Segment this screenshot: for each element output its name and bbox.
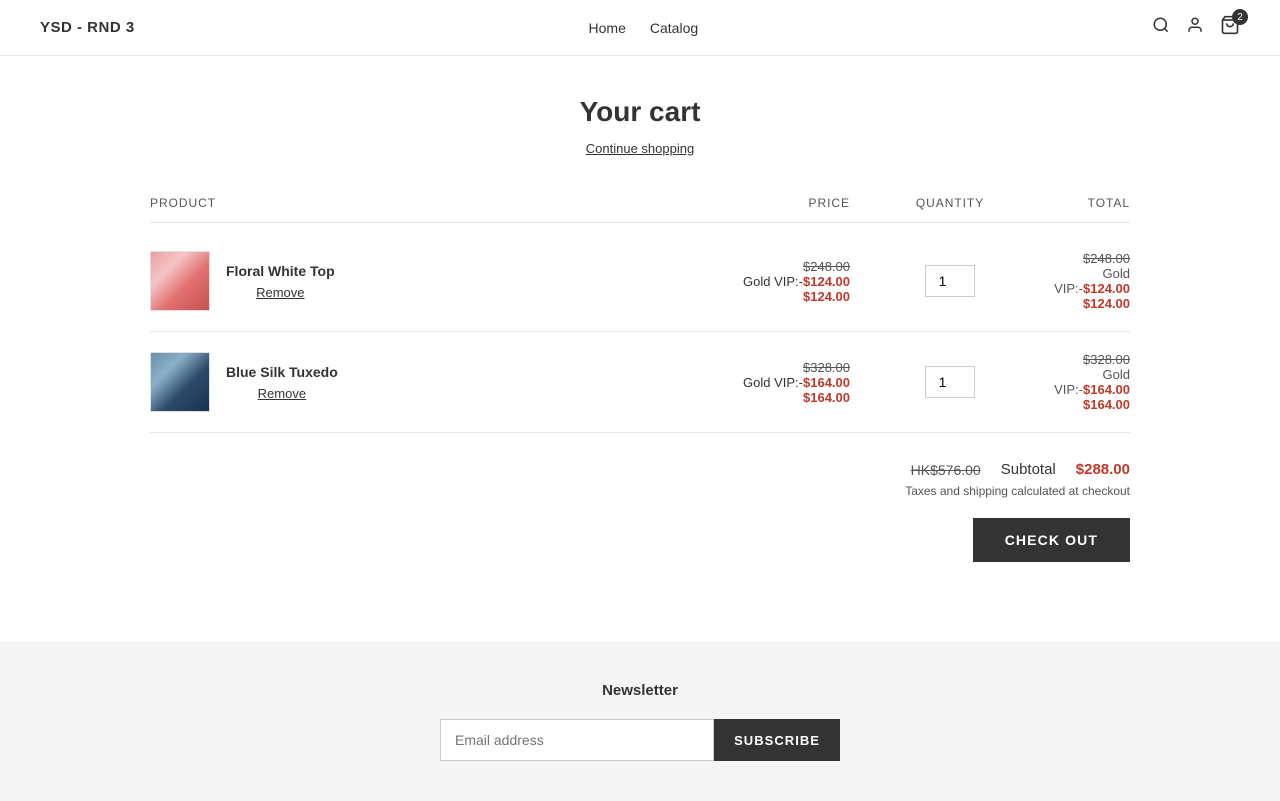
total-vip-label: VIP:-$164.00: [1010, 382, 1130, 397]
continue-shopping-link[interactable]: Continue shopping: [586, 141, 694, 156]
subtotal-amount: $288.00: [1076, 461, 1130, 478]
price-original: $328.00: [710, 360, 850, 375]
newsletter-title: Newsletter: [440, 682, 840, 699]
checkout-button[interactable]: CHECK OUT: [973, 518, 1130, 562]
header-price: PRICE: [710, 196, 890, 210]
quantity-input[interactable]: [925, 265, 975, 297]
item-quantity-col: [890, 366, 1010, 398]
item-name: Floral White Top: [226, 263, 335, 279]
table-row: Floral White Top Remove $248.00 Gold VIP…: [150, 231, 1130, 332]
total-current: $124.00: [1010, 296, 1130, 311]
header-quantity: QUANTITY: [890, 196, 1010, 210]
subscribe-button[interactable]: SUBSCRIBE: [714, 719, 840, 761]
nav-home[interactable]: Home: [589, 20, 626, 36]
main-nav: Home Catalog: [589, 20, 699, 36]
item-info: Blue Silk Tuxedo Remove: [226, 364, 338, 401]
search-icon[interactable]: [1152, 16, 1170, 39]
header-product: PRODUCT: [150, 196, 710, 210]
tax-note: Taxes and shipping calculated at checkou…: [905, 484, 1130, 498]
price-gold-vip-label: Gold VIP:-$124.00: [710, 274, 850, 289]
price-original: $248.00: [710, 259, 850, 274]
total-vip-label: VIP:-$124.00: [1010, 281, 1130, 296]
item-total-col: $248.00 Gold VIP:-$124.00 $124.00: [1010, 251, 1130, 311]
subtotal-original: HK$576.00: [911, 462, 981, 478]
site-footer: Newsletter SUBSCRIBE: [0, 642, 1280, 801]
total-gold-label: Gold: [1010, 367, 1130, 382]
total-vip-amount: $164.00: [1083, 382, 1130, 397]
continue-shopping-container: Continue shopping: [150, 140, 1130, 156]
cart-table-headers: PRODUCT PRICE QUANTITY TOTAL: [150, 196, 1130, 223]
item-info: Floral White Top Remove: [226, 263, 335, 300]
email-input[interactable]: [440, 719, 714, 761]
subtotal-row: HK$576.00 Subtotal $288.00: [911, 461, 1130, 478]
total-original: $248.00: [1010, 251, 1130, 266]
total-current: $164.00: [1010, 397, 1130, 412]
page-title: Your cart: [150, 96, 1130, 128]
nav-catalog[interactable]: Catalog: [650, 20, 698, 36]
item-image-blue-silk-tuxedo: [150, 352, 210, 412]
item-image-floral-white-top: [150, 251, 210, 311]
table-row: Blue Silk Tuxedo Remove $328.00 Gold VIP…: [150, 332, 1130, 433]
site-header: YSD - RND 3 Home Catalog 2: [0, 0, 1280, 56]
header-total: TOTAL: [1010, 196, 1130, 210]
total-gold-label: Gold: [1010, 266, 1130, 281]
main-content: Your cart Continue shopping PRODUCT PRIC…: [130, 56, 1150, 642]
total-vip-amount: $124.00: [1083, 281, 1130, 296]
item-product-col: Blue Silk Tuxedo Remove: [150, 352, 710, 412]
cart-count-badge: 2: [1232, 9, 1248, 25]
item-price-col: $328.00 Gold VIP:-$164.00 $164.00: [710, 360, 890, 405]
header-icons: 2: [1152, 15, 1240, 40]
price-current: $164.00: [710, 390, 850, 405]
newsletter-form: SUBSCRIBE: [440, 719, 840, 761]
price-gold-vip-label: Gold VIP:-$164.00: [710, 375, 850, 390]
cart-items-list: Floral White Top Remove $248.00 Gold VIP…: [150, 231, 1130, 433]
item-total-col: $328.00 Gold VIP:-$164.00 $164.00: [1010, 352, 1130, 412]
price-gold-vip-amount: $164.00: [803, 375, 850, 390]
remove-item-button[interactable]: Remove: [226, 285, 335, 300]
remove-item-button[interactable]: Remove: [226, 386, 338, 401]
cart-icon[interactable]: 2: [1220, 15, 1240, 40]
subtotal-label: Subtotal: [1001, 461, 1056, 478]
price-gold-vip-amount: $124.00: [803, 274, 850, 289]
brand-logo[interactable]: YSD - RND 3: [40, 19, 135, 36]
item-quantity-col: [890, 265, 1010, 297]
item-product-col: Floral White Top Remove: [150, 251, 710, 311]
cart-summary: HK$576.00 Subtotal $288.00 Taxes and shi…: [150, 433, 1130, 582]
item-price-col: $248.00 Gold VIP:-$124.00 $124.00: [710, 259, 890, 304]
newsletter-section: Newsletter SUBSCRIBE: [440, 682, 840, 761]
item-name: Blue Silk Tuxedo: [226, 364, 338, 380]
quantity-input[interactable]: [925, 366, 975, 398]
price-current: $124.00: [710, 289, 850, 304]
total-original: $328.00: [1010, 352, 1130, 367]
user-icon[interactable]: [1186, 16, 1204, 39]
